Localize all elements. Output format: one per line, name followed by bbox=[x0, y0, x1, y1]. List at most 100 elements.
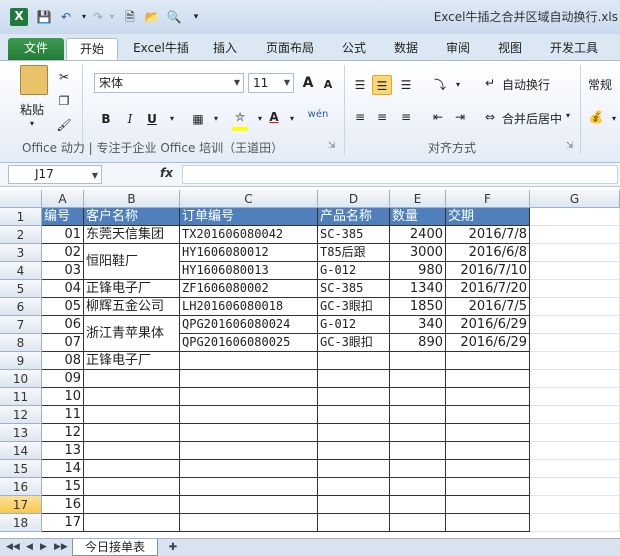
align-top-icon[interactable]: ☰ bbox=[350, 75, 370, 95]
number-format-select[interactable]: 常规 bbox=[588, 76, 612, 93]
column-header-f[interactable]: F bbox=[446, 190, 530, 208]
tab-formulas[interactable]: 公式 bbox=[332, 38, 376, 60]
row-header[interactable]: 16 bbox=[0, 478, 42, 496]
column-header-a[interactable]: A bbox=[42, 190, 84, 208]
table-cell[interactable] bbox=[446, 514, 530, 532]
table-cell[interactable] bbox=[390, 424, 446, 442]
table-cell[interactable]: ZF1606080002 bbox=[180, 280, 318, 298]
table-cell[interactable] bbox=[530, 244, 620, 262]
table-cell[interactable] bbox=[530, 460, 620, 478]
orientation-dropdown-icon[interactable]: ▾ bbox=[448, 75, 468, 95]
table-cell[interactable] bbox=[390, 460, 446, 478]
table-cell[interactable]: 980 bbox=[390, 262, 446, 280]
tab-excel-niucha[interactable]: Excel牛插 bbox=[126, 38, 196, 60]
table-cell[interactable] bbox=[180, 478, 318, 496]
customize-icon[interactable]: ▾ bbox=[188, 9, 204, 25]
table-cell[interactable] bbox=[84, 388, 180, 406]
table-cell[interactable] bbox=[180, 460, 318, 478]
table-cell[interactable]: 2016/7/20 bbox=[446, 280, 530, 298]
table-cell[interactable] bbox=[530, 370, 620, 388]
font-color-button[interactable]: A bbox=[264, 107, 284, 127]
table-cell[interactable] bbox=[318, 406, 390, 424]
table-cell[interactable]: 05 bbox=[42, 298, 84, 316]
paste-dropdown-icon[interactable]: ▾ bbox=[30, 119, 34, 128]
underline-dropdown-icon[interactable]: ▾ bbox=[162, 109, 182, 129]
header-cell[interactable]: 产品名称 bbox=[318, 208, 390, 226]
table-cell[interactable] bbox=[446, 478, 530, 496]
undo-icon[interactable]: ↶ bbox=[58, 9, 74, 25]
grow-font-button[interactable]: A bbox=[298, 73, 318, 93]
table-cell[interactable]: 15 bbox=[42, 478, 84, 496]
table-cell[interactable]: HY1606080012 bbox=[180, 244, 318, 262]
table-cell[interactable]: 3000 bbox=[390, 244, 446, 262]
table-cell[interactable] bbox=[318, 370, 390, 388]
prev-sheet-icon[interactable]: ◀ bbox=[26, 542, 33, 552]
table-cell[interactable]: 2016/7/10 bbox=[446, 262, 530, 280]
table-cell[interactable] bbox=[446, 388, 530, 406]
table-cell[interactable]: 08 bbox=[42, 352, 84, 370]
row-header[interactable]: 11 bbox=[0, 388, 42, 406]
table-cell[interactable] bbox=[446, 352, 530, 370]
table-cell[interactable] bbox=[318, 388, 390, 406]
align-bottom-icon[interactable]: ☰ bbox=[396, 75, 416, 95]
table-cell[interactable]: 正锋电子厂 bbox=[84, 352, 180, 370]
table-cell[interactable]: 1340 bbox=[390, 280, 446, 298]
table-cell[interactable] bbox=[84, 370, 180, 388]
table-cell[interactable]: 890 bbox=[390, 334, 446, 352]
row-header[interactable]: 10 bbox=[0, 370, 42, 388]
table-cell[interactable] bbox=[530, 514, 620, 532]
font-name-select[interactable]: 宋体 ▼ bbox=[94, 73, 244, 93]
table-cell[interactable]: 1850 bbox=[390, 298, 446, 316]
row-header[interactable]: 14 bbox=[0, 442, 42, 460]
table-cell[interactable] bbox=[318, 442, 390, 460]
table-cell[interactable]: T85后跟 bbox=[318, 244, 390, 262]
shrink-font-button[interactable]: A bbox=[318, 75, 338, 95]
table-cell[interactable]: 东莞天信集团 bbox=[84, 226, 180, 244]
tab-page-layout[interactable]: 页面布局 bbox=[256, 38, 324, 60]
select-all-corner[interactable] bbox=[0, 190, 42, 208]
align-left-icon[interactable]: ≡ bbox=[350, 107, 370, 127]
row-header[interactable]: 4 bbox=[0, 262, 42, 280]
tab-developer[interactable]: 开发工具 bbox=[540, 38, 608, 60]
table-cell[interactable] bbox=[390, 406, 446, 424]
table-cell[interactable]: 11 bbox=[42, 406, 84, 424]
table-cell[interactable]: 14 bbox=[42, 460, 84, 478]
align-center-icon[interactable]: ≡ bbox=[372, 107, 392, 127]
row-header[interactable]: 8 bbox=[0, 334, 42, 352]
table-cell[interactable] bbox=[318, 496, 390, 514]
format-painter-icon[interactable]: 🖌 bbox=[54, 115, 74, 135]
table-cell[interactable] bbox=[530, 298, 620, 316]
table-cell[interactable]: 340 bbox=[390, 316, 446, 334]
column-header-d[interactable]: D bbox=[318, 190, 390, 208]
table-cell[interactable]: 2016/7/5 bbox=[446, 298, 530, 316]
table-cell[interactable] bbox=[318, 424, 390, 442]
tab-review[interactable]: 审阅 bbox=[436, 38, 480, 60]
cut-icon[interactable]: ✂ bbox=[54, 67, 74, 87]
excel-logo-icon[interactable]: X bbox=[10, 8, 28, 26]
tab-data[interactable]: 数据 bbox=[384, 38, 428, 60]
table-cell[interactable] bbox=[530, 442, 620, 460]
new-icon[interactable]: 🗎 bbox=[122, 9, 138, 25]
table-cell[interactable] bbox=[180, 424, 318, 442]
table-cell[interactable]: GC-3眼扣 bbox=[318, 298, 390, 316]
table-cell[interactable] bbox=[180, 352, 318, 370]
table-cell[interactable] bbox=[530, 208, 620, 226]
borders-icon[interactable]: ▦ bbox=[188, 109, 208, 129]
table-cell[interactable]: QPG201606080024 bbox=[180, 316, 318, 334]
table-cell[interactable] bbox=[530, 424, 620, 442]
table-cell[interactable]: 16 bbox=[42, 496, 84, 514]
table-cell[interactable] bbox=[180, 514, 318, 532]
row-header[interactable]: 1 bbox=[0, 208, 42, 226]
table-cell[interactable] bbox=[84, 406, 180, 424]
wrap-text-button[interactable]: 自动换行 bbox=[502, 76, 550, 93]
table-cell[interactable] bbox=[180, 370, 318, 388]
table-cell[interactable] bbox=[318, 460, 390, 478]
table-cell[interactable] bbox=[530, 334, 620, 352]
table-cell[interactable] bbox=[84, 424, 180, 442]
row-header[interactable]: 9 bbox=[0, 352, 42, 370]
merged-cell[interactable]: 恒阳鞋厂 bbox=[84, 244, 180, 280]
table-cell[interactable] bbox=[446, 424, 530, 442]
merge-dropdown-icon[interactable]: ▾ bbox=[566, 111, 570, 120]
table-cell[interactable] bbox=[390, 514, 446, 532]
table-cell[interactable] bbox=[84, 460, 180, 478]
